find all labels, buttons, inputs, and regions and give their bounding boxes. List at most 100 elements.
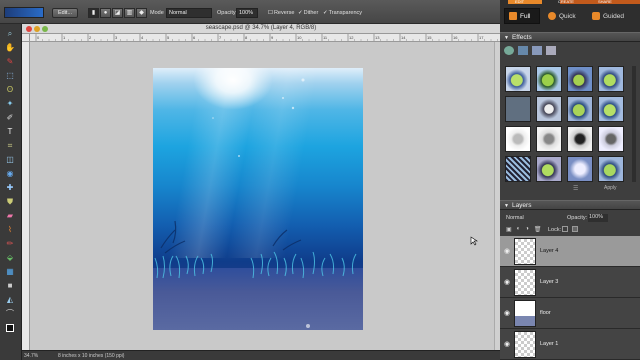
gradient-icon[interactable]: ▦ [3,266,17,277]
guided-edit-button[interactable]: Guided [592,8,624,24]
edit-gradient-button[interactable]: Edit... [52,8,78,18]
quick-select-icon[interactable]: ✐ [3,112,17,123]
mode-tab-label[interactable]: CREATE [558,0,574,4]
effect-thumb[interactable] [536,126,562,152]
mode-select[interactable]: Normal [166,8,212,18]
hand-icon[interactable]: ✋ [3,42,17,53]
radial-gradient-icon[interactable]: ● [100,8,111,18]
new-layer-icon[interactable]: ▣ [506,226,512,233]
visibility-eye-icon[interactable]: ◉ [504,340,510,348]
effect-thumb[interactable] [505,156,531,182]
tab-edit[interactable] [508,0,542,4]
lasso-icon[interactable]: ʘ [3,84,17,95]
eraser-icon[interactable]: ▰ [3,210,17,221]
checkbox-empty-icon: ☐ [268,10,273,16]
layer-styles-icon[interactable] [518,46,528,55]
ruler-label: 3 [115,35,118,40]
mouse-cursor-icon [470,236,478,246]
ruler-label: 7 [219,35,222,40]
shape-icon[interactable]: ■ [3,280,17,291]
transparency-label: Transparency [328,10,363,16]
effects-scrollbar[interactable] [632,66,636,182]
visibility-eye-icon[interactable]: ◉ [504,309,510,317]
effect-thumb[interactable] [598,126,624,152]
effect-thumb[interactable] [567,156,593,182]
spot-healing-icon[interactable]: ✚ [3,182,17,193]
effect-thumb[interactable] [567,66,593,92]
lock-transparent-icon[interactable] [562,226,568,232]
visibility-eye-icon[interactable]: ◉ [504,278,510,286]
pencil-icon[interactable]: ✏ [3,238,17,249]
opacity-field[interactable]: 100% [236,8,258,18]
layers-panel-header[interactable]: ▼ Layers [500,200,640,210]
paint-bucket-icon[interactable]: ⬙ [3,252,17,263]
zoom-readout[interactable]: 34.7% [24,353,38,359]
full-edit-button[interactable]: Full [504,8,540,24]
ruler-label: 2 [89,35,92,40]
magic-wand-icon[interactable]: ✦ [3,98,17,109]
angle-gradient-icon[interactable]: ◪ [112,8,123,18]
document-title: seascape.psd @ 34.7% (Layer 4, RGB/8) [205,25,317,31]
effect-thumb[interactable] [567,126,593,152]
crop-icon[interactable]: ⌗ [3,140,17,151]
sponge-icon[interactable]: ⌒ [3,308,17,319]
delete-layer-icon[interactable]: 🗑 [534,226,542,233]
recompose-icon[interactable]: ◫ [3,154,17,165]
checkmark-icon: ✓ [323,10,328,16]
apply-effect-button[interactable]: Apply [604,185,617,191]
diamond-gradient-icon[interactable]: ◆ [136,8,147,18]
seascape-image[interactable] [153,68,363,330]
layer-row[interactable]: ◉ Layer 1 [500,329,640,360]
effect-thumb[interactable] [505,126,531,152]
quick-edit-button[interactable]: Quick [548,8,576,24]
layer-row[interactable]: ◉ Layer 3 [500,267,640,298]
layer-opacity-field[interactable]: 100% [588,214,608,222]
effect-thumb[interactable] [505,66,531,92]
effect-thumb[interactable] [598,156,624,182]
ruler-label: 14 [401,35,406,40]
layer-row[interactable]: ◉ floor [500,298,640,329]
dither-checkbox[interactable]: ✓Dither [298,10,318,16]
effects-panel-header[interactable]: ▼ Effects [500,32,640,42]
effects-options-icon[interactable]: ☰ [573,185,578,192]
reverse-label: Reverse [273,10,295,16]
gradient-preview[interactable] [4,7,44,18]
filters-icon[interactable] [504,46,514,55]
photo-effects-icon[interactable] [532,46,542,55]
type-icon[interactable]: T [3,126,17,137]
transparency-checkbox[interactable]: ✓Transparency [323,10,362,16]
linear-gradient-icon[interactable]: ▮ [88,8,99,18]
mode-tab-label[interactable]: EDIT [515,0,524,4]
eyedropper-icon[interactable]: ✎ [3,56,17,67]
effect-thumb[interactable] [505,96,531,122]
effect-thumb[interactable] [598,66,624,92]
blur-icon[interactable]: ◭ [3,294,17,305]
layer-row[interactable]: ◉ Layer 4 [500,236,640,267]
clone-stamp-icon[interactable]: ⛊ [3,196,17,207]
ruler-ticks: 0 1 2 3 4 5 6 7 8 9 10 11 12 13 14 15 16 17 [35,34,498,41]
guided-edit-icon [592,12,600,20]
document-size: 8 inches x 10 inches (150 ppi) [58,353,125,359]
zoom-icon[interactable]: ⌕ [3,28,17,39]
marquee-icon[interactable]: ⬚ [3,70,17,81]
blend-mode-select[interactable]: Normal [506,215,524,221]
color-swatches-icon[interactable] [3,322,17,333]
lock-all-icon[interactable] [572,226,578,232]
layer-mask-icon[interactable]: ◑ [525,226,529,233]
effect-thumb[interactable] [567,96,593,122]
effect-thumb[interactable] [536,66,562,92]
brush-icon[interactable]: ⌇ [3,224,17,235]
reverse-checkbox[interactable]: ☐Reverse [268,10,294,16]
red-eye-icon[interactable]: ◉ [3,168,17,179]
ruler-origin[interactable] [22,34,30,42]
ruler-label: 15 [427,35,432,40]
effect-thumb[interactable] [536,156,562,182]
reflected-gradient-icon[interactable]: ▥ [124,8,135,18]
effect-thumb[interactable] [598,96,624,122]
adjustment-layer-icon[interactable]: ◐ [517,226,521,233]
effect-thumb[interactable] [536,96,562,122]
visibility-eye-icon[interactable]: ◉ [504,247,510,255]
tool-options-bar: Edit... ▮ ● ◪ ▥ ◆ Mode Normal Opacity: 1… [0,0,500,24]
mode-tab-label[interactable]: SHARE [598,0,612,4]
all-effects-icon[interactable] [546,46,556,55]
